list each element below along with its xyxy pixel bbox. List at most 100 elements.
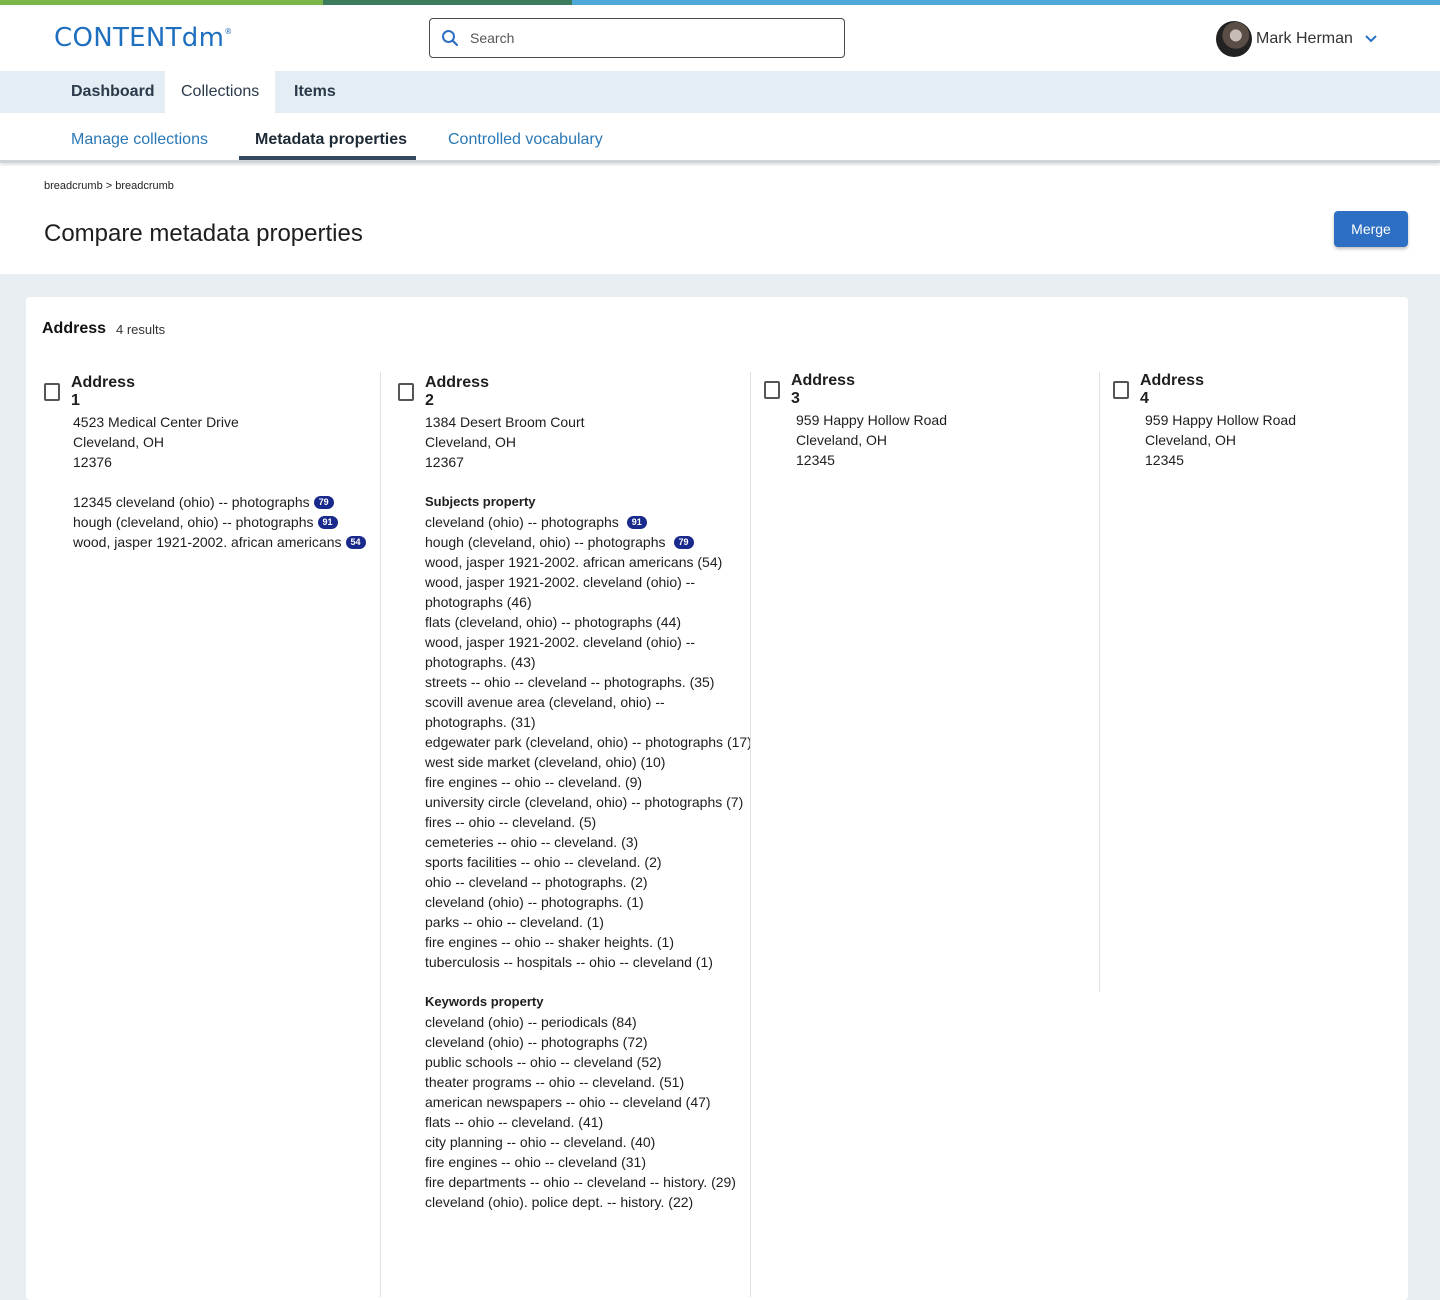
chevron-down-icon[interactable] [1364, 34, 1378, 44]
select-address-1-checkbox[interactable] [44, 383, 60, 401]
list-item: 12345 cleveland (ohio) -- photographs 79 [73, 492, 366, 512]
avatar [1216, 21, 1252, 57]
list-item: cleveland (ohio). police dept. -- histor… [425, 1194, 694, 1210]
search-input[interactable] [470, 27, 830, 49]
column-title: Address 3 [790, 372, 855, 407]
list-item-text: hough (cleveland, ohio) -- photographs [73, 514, 314, 530]
list-item: wood, jasper 1921-2002. cleveland (ohio)… [425, 574, 696, 590]
column-header: Address 2 [398, 374, 491, 410]
property-name: Address [42, 320, 107, 337]
tab-dashboard[interactable]: Dashboard [55, 71, 171, 113]
column-title: Address 2 [424, 374, 489, 409]
column-header: Address 3 [764, 372, 857, 408]
address-line: 12367 [425, 454, 464, 470]
compare-card: Address 4 results Address 1 4523 Medical… [26, 297, 1408, 1300]
column-body: 959 Happy Hollow Road Cleveland, OH 1234… [796, 410, 947, 470]
results-count: 4 results [116, 322, 166, 337]
list-item: wood, jasper 1921-2002. african american… [425, 554, 723, 570]
subtab-metadata-properties[interactable]: Metadata properties [255, 131, 407, 149]
list-item: hough (cleveland, ohio) -- photographs 91 [73, 512, 366, 532]
list-item: scovill avenue area (cleveland, ohio) -- [425, 694, 665, 710]
list-item-text: cleveland (ohio) -- photographs [425, 514, 619, 530]
list-item-text: hough (cleveland, ohio) -- photographs [425, 534, 666, 550]
select-address-4-checkbox[interactable] [1113, 381, 1129, 399]
list-item: tuberculosis -- hospitals -- ohio -- cle… [425, 954, 713, 970]
list-item: photographs (46) [425, 594, 532, 610]
logo-text: CONTENTdm [54, 23, 225, 53]
list-item: sports facilities -- ohio -- cleveland. … [425, 854, 662, 870]
list-item-text: wood, jasper 1921-2002. african american… [73, 534, 342, 550]
page-header: breadcrumb > breadcrumb Compare metadata… [0, 166, 1440, 274]
list-item: photographs. (31) [425, 714, 536, 730]
list-item: edgewater park (cleveland, ohio) -- phot… [425, 734, 752, 750]
select-address-3-checkbox[interactable] [764, 381, 780, 399]
tab-collections[interactable]: Collections [165, 71, 276, 113]
address-line: 12345 [1145, 452, 1184, 468]
user-name: Mark Herman [1256, 30, 1353, 47]
column-header: Address 4 [1113, 372, 1206, 408]
address-line: Cleveland, OH [425, 434, 517, 450]
list-item: fires -- ohio -- cleveland. (5) [425, 814, 597, 830]
column-title: Address 1 [70, 374, 135, 409]
address-line: Cleveland, OH [73, 434, 165, 450]
list-item-text: 12345 cleveland (ohio) -- photographs [73, 494, 310, 510]
logo-registered-mark: ® [224, 27, 233, 36]
list-item: photographs. (43) [425, 654, 536, 670]
list-item: streets -- ohio -- cleveland -- photogra… [425, 674, 715, 690]
address-line: 4523 Medical Center Drive [73, 414, 239, 430]
address-line: 959 Happy Hollow Road [796, 412, 947, 428]
page-title: Compare metadata properties [44, 220, 363, 247]
list-item: cemeteries -- ohio -- cleveland. (3) [425, 834, 639, 850]
address-line: 12345 [796, 452, 835, 468]
count-badge: 79 [673, 536, 694, 549]
list-item: fire engines -- ohio -- cleveland. (9) [425, 774, 643, 790]
column-divider [750, 372, 751, 1297]
column-title: Address 4 [1139, 372, 1204, 407]
subtab-manage-collections[interactable]: Manage collections [71, 131, 208, 149]
search-box[interactable] [429, 18, 845, 58]
sub-nav: Manage collections Metadata properties C… [0, 113, 1440, 163]
list-item: city planning -- ohio -- cleveland. (40) [425, 1134, 656, 1150]
select-address-2-checkbox[interactable] [398, 383, 414, 401]
subtab-controlled-vocabulary[interactable]: Controlled vocabulary [448, 131, 603, 149]
column-body: 1384 Desert Broom Court Cleveland, OH 12… [425, 412, 752, 1212]
list-item: cleveland (ohio) -- photographs. (1) [425, 894, 644, 910]
list-item: wood, jasper 1921-2002. african american… [73, 532, 366, 552]
column-header: Address 1 [44, 374, 137, 410]
address-line: 1384 Desert Broom Court [425, 414, 585, 430]
list-item: theater programs -- ohio -- cleveland. (… [425, 1074, 685, 1090]
merge-button[interactable]: Merge [1334, 211, 1408, 247]
count-badge: 91 [626, 516, 647, 529]
list-item: parks -- ohio -- cleveland. (1) [425, 914, 604, 930]
user-menu[interactable]: Mark Herman [1216, 20, 1378, 58]
app-header: CONTENTdm® Mark Herman [0, 5, 1440, 71]
list-item: wood, jasper 1921-2002. cleveland (ohio)… [425, 634, 696, 650]
list-item: american newspapers -- ohio -- cleveland… [425, 1094, 711, 1110]
address-line: 959 Happy Hollow Road [1145, 412, 1296, 428]
search-icon [442, 30, 459, 47]
active-tab-indicator [239, 156, 416, 160]
list-item: cleveland (ohio) -- photographs (72) [425, 1034, 648, 1050]
list-item: ohio -- cleveland -- photographs. (2) [425, 874, 648, 890]
app-logo[interactable]: CONTENTdm® [54, 23, 233, 53]
keywords-heading: Keywords property [425, 994, 544, 1009]
count-badge: 91 [317, 516, 338, 529]
list-item: west side market (cleveland, ohio) (10) [425, 754, 666, 770]
list-item: flats (cleveland, ohio) -- photographs (… [425, 614, 682, 630]
breadcrumb[interactable]: breadcrumb > breadcrumb [44, 180, 174, 192]
count-badge: 54 [345, 536, 366, 549]
address-line: Cleveland, OH [796, 432, 888, 448]
address-line: Cleveland, OH [1145, 432, 1237, 448]
column-body: 4523 Medical Center Drive Cleveland, OH … [73, 412, 366, 552]
subjects-heading: Subjects property [425, 494, 536, 509]
tab-items[interactable]: Items [278, 71, 352, 113]
main-nav: Dashboard Collections Items [0, 71, 1440, 113]
column-divider [380, 372, 381, 1297]
list-item: flats -- ohio -- cleveland. (41) [425, 1114, 604, 1130]
column-divider [1099, 372, 1100, 992]
list-item: public schools -- ohio -- cleveland (52) [425, 1054, 662, 1070]
column-body: 959 Happy Hollow Road Cleveland, OH 1234… [1145, 410, 1296, 470]
count-badge: 79 [313, 496, 334, 509]
list-item: fire engines -- ohio -- shaker heights. … [425, 934, 674, 950]
list-item: university circle (cleveland, ohio) -- p… [425, 794, 744, 810]
